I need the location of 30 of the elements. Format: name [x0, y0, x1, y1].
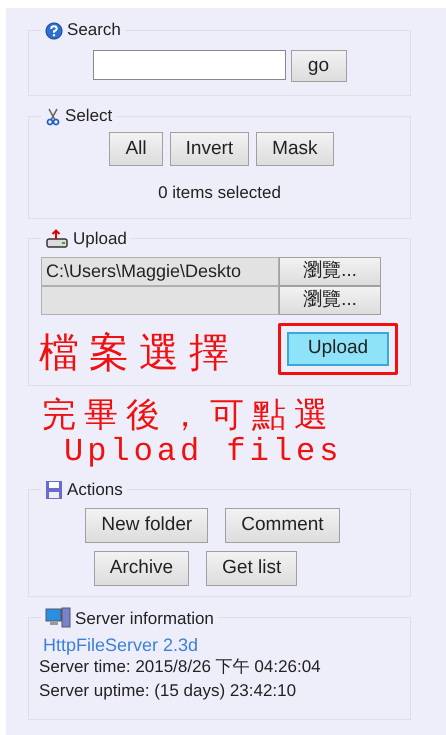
- scissors-icon: [45, 108, 61, 126]
- upload-tray-icon: [45, 228, 69, 248]
- button[interactable]: go: [290, 50, 346, 82]
- section-title: Server information: [75, 608, 214, 628]
- button[interactable]: Comment: [225, 508, 340, 542]
- section-title: Search: [67, 20, 121, 40]
- button[interactable]: 瀏覽...: [279, 256, 381, 286]
- file-path-field[interactable]: [41, 286, 279, 314]
- button[interactable]: Get list: [206, 550, 298, 586]
- version-link[interactable]: HttpFileServer 2.3d: [39, 634, 400, 654]
- file-path-field[interactable]: C:\Users\Maggie\Deskto: [41, 256, 279, 286]
- button[interactable]: Invert: [170, 132, 250, 166]
- search-field[interactable]: [92, 50, 286, 80]
- button[interactable]: All: [109, 132, 163, 166]
- handwritten-note: Upload files: [63, 434, 344, 470]
- button[interactable]: New folder: [85, 508, 208, 542]
- help-icon: [45, 22, 63, 40]
- handwritten-note: 檔案選擇: [39, 330, 239, 374]
- server-info-line: Server time: 2015/8/26 下午 04:26:04: [39, 656, 322, 678]
- section-title: Upload: [73, 228, 127, 248]
- handwritten-note: 完畢後，可點選: [42, 396, 337, 434]
- upload-button[interactable]: Upload: [287, 332, 389, 366]
- server-info-line: Server uptime: (15 days) 23:42:10: [39, 680, 298, 702]
- selection-status: 0 items selected: [157, 182, 282, 204]
- section-title: Actions: [67, 480, 123, 500]
- computer-icon: [45, 606, 71, 628]
- section-title: Select: [65, 106, 112, 126]
- button[interactable]: Mask: [256, 132, 334, 166]
- button[interactable]: Archive: [94, 550, 190, 586]
- button[interactable]: 瀏覽...: [279, 286, 381, 314]
